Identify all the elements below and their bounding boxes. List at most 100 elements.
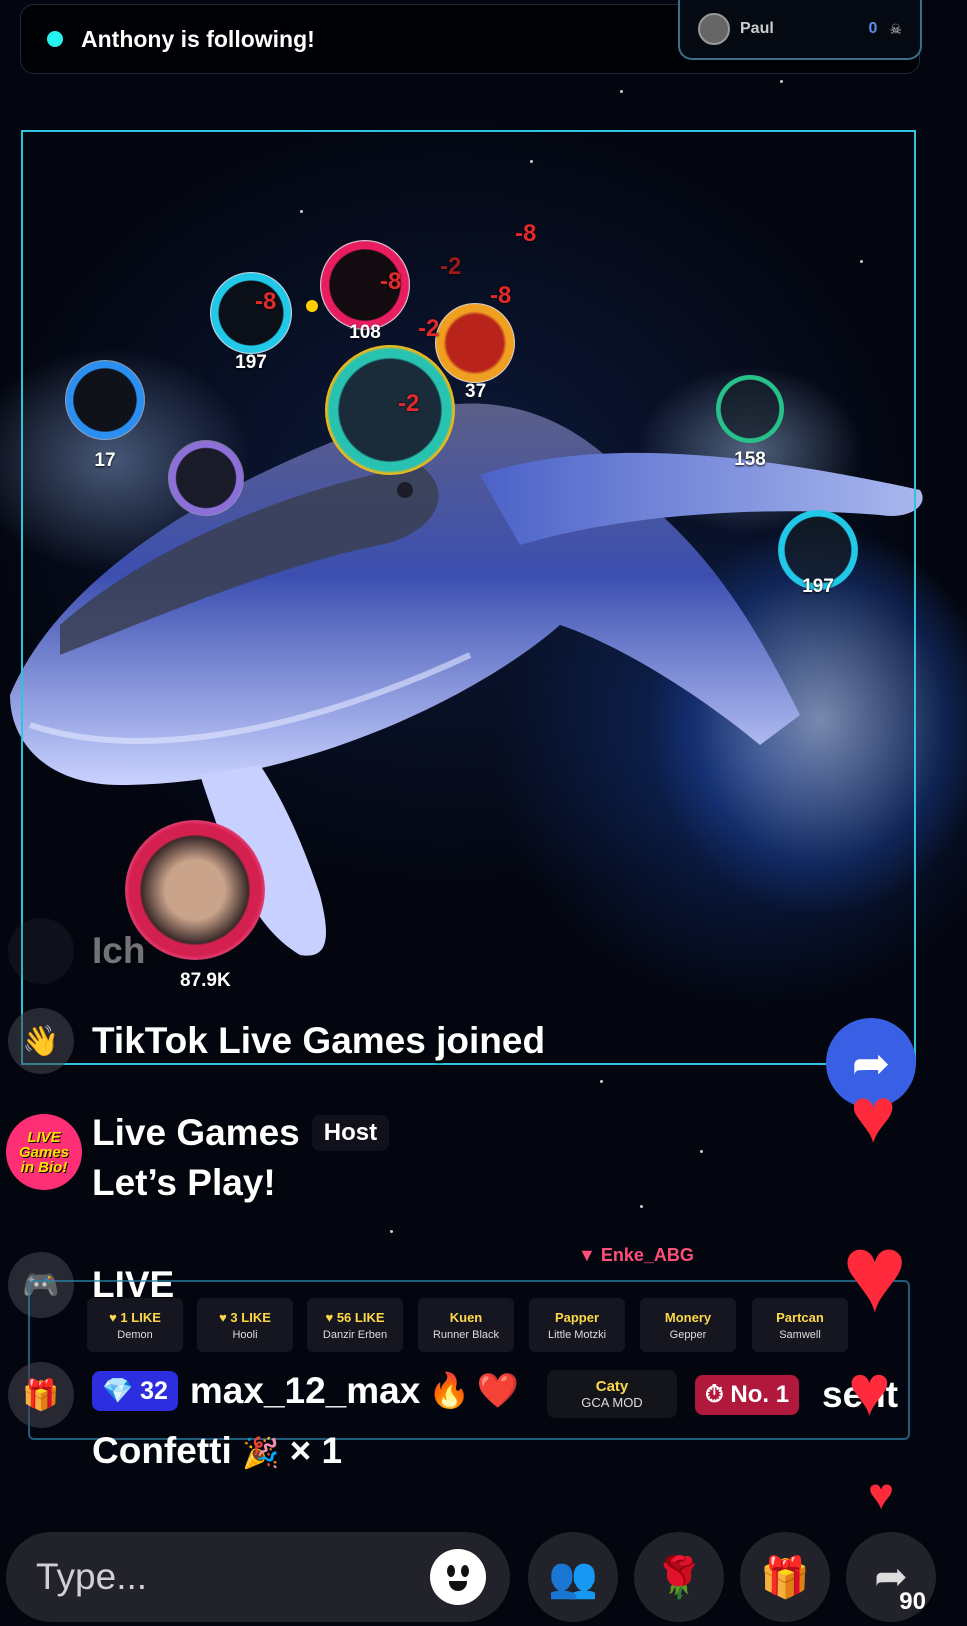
people-button[interactable]: 👥 <box>528 1532 618 1622</box>
damage-number: -2 <box>418 315 440 342</box>
orb-score: 108 <box>349 322 381 343</box>
host-header: Live Games Host <box>92 1112 390 1154</box>
player-orb[interactable] <box>325 345 455 475</box>
chat-message-text: Ich <box>92 930 146 971</box>
gift-username: max_12_max <box>189 1370 421 1411</box>
leaderboard-item[interactable]: Monery Gepper <box>640 1298 736 1352</box>
leaderboard-name: Little Motzki <box>547 1328 607 1341</box>
chat-message: 👋 TikTok Live Games joined <box>0 1008 545 1074</box>
host-avatar[interactable]: LIVE Games in Bio! <box>6 1114 82 1190</box>
leaderboard-name: Gepper <box>669 1328 707 1341</box>
leaderboard-item[interactable]: Partcan Samwell <box>752 1298 848 1352</box>
heart-icon: ♥ <box>850 1071 897 1159</box>
leaderboard-value: Kuen <box>449 1309 483 1325</box>
damage-number: -8 <box>515 220 537 247</box>
emoji-icon[interactable] <box>430 1549 486 1605</box>
heart-icon: ❤️ <box>476 1372 519 1410</box>
leaderboard-item[interactable]: ♥ 1 LIKE Demon <box>87 1298 183 1352</box>
player-orb[interactable]: 37 <box>435 303 515 402</box>
leaderboard-name: Hooli <box>232 1328 258 1341</box>
chat-message-text: TikTok Live Games joined <box>92 1020 546 1061</box>
host-badge: Host <box>311 1115 390 1151</box>
star <box>780 80 783 83</box>
avatar-text: Games <box>18 1143 70 1161</box>
player-orb[interactable]: 197 <box>778 510 858 597</box>
orb-score: 87.9K <box>180 970 231 991</box>
leaderboard-name: Runner Black <box>432 1328 500 1341</box>
heart-icon: ♥ <box>842 1212 908 1335</box>
damage-number: -2 <box>440 253 462 280</box>
player-orb[interactable]: 17 <box>65 360 145 471</box>
leaderboard-name: Danzir Erben <box>322 1328 388 1341</box>
leaderboard-value: ♥ 1 LIKE <box>109 1309 161 1325</box>
gift-chat-row: 🎁 <box>0 1362 74 1428</box>
mod-role: GCA MOD <box>581 1395 643 1410</box>
notification-text: Anthony is following! <box>81 25 315 52</box>
share-button[interactable]: ➦ 90 <box>846 1532 936 1622</box>
leaderboard-value: Papper <box>554 1309 600 1325</box>
rose-button[interactable]: 🌹 <box>634 1532 724 1622</box>
people-icon: 👥 <box>548 1555 598 1600</box>
leaderboard-name: Demon <box>117 1328 153 1341</box>
leaderboard-value: Monery <box>664 1309 712 1325</box>
notification-dot-icon <box>47 31 63 47</box>
mod-name: Caty <box>595 1378 629 1395</box>
confetti-icon: 🎉 <box>242 1437 280 1470</box>
leaderboard-name: Samwell <box>779 1328 821 1341</box>
damage-number: -8 <box>380 268 402 295</box>
leaderboard-value: ♥ 56 LIKE <box>325 1309 385 1325</box>
star <box>700 1150 703 1153</box>
player-orb[interactable] <box>168 440 244 516</box>
gem-badge: 💎 32 <box>92 1371 178 1411</box>
mod-badge: Caty GCA MOD <box>547 1370 677 1418</box>
star <box>640 1205 643 1208</box>
rose-icon: 🌹 <box>654 1555 704 1600</box>
orb-score: 197 <box>235 352 267 373</box>
leaderboard-item[interactable]: ♥ 56 LIKE Danzir Erben <box>307 1298 403 1352</box>
leaderboard-item[interactable]: Kuen Runner Black <box>418 1298 514 1352</box>
star <box>620 90 623 93</box>
orb-score: 197 <box>802 576 834 597</box>
top-player-card[interactable]: Paul 0 ☠ <box>678 0 922 60</box>
rank-text: No. 1 <box>730 1381 790 1408</box>
top-player-name: Paul <box>740 20 774 37</box>
gift-button[interactable]: 🎁 <box>740 1532 830 1622</box>
gift-name-text: Confetti <box>92 1430 232 1471</box>
rank-badge: ⏱ No. 1 <box>695 1375 800 1415</box>
orb-score: 158 <box>734 449 766 470</box>
leaderboard-value: Partcan <box>776 1309 824 1325</box>
medal-icon: ⏱ <box>705 1381 731 1408</box>
leaderboard-item[interactable]: ♥ 3 LIKE Hooli <box>197 1298 293 1352</box>
top-player-score: 0 <box>868 20 878 37</box>
diamond-icon: 💎 <box>102 1376 141 1405</box>
gem-count: 32 <box>140 1376 168 1405</box>
avatar-text: LIVE <box>27 1128 61 1146</box>
damage-number: -8 <box>490 282 512 309</box>
leaderboard-value: ♥ 3 LIKE <box>219 1309 271 1325</box>
skull-icon: ☠ <box>889 20 902 37</box>
leaderboard-item[interactable]: Papper Little Motzki <box>529 1298 625 1352</box>
chat-message: Ich <box>0 918 145 984</box>
damage-number: -2 <box>398 390 420 417</box>
gift-icon: 🎁 <box>760 1555 810 1600</box>
avatar <box>698 13 730 45</box>
player-orb[interactable]: 197 <box>210 272 292 373</box>
player-orb[interactable]: 158 <box>716 375 784 470</box>
avatar-text: in Bio! <box>20 1158 68 1176</box>
player-avatar <box>125 820 265 960</box>
wave-hand-icon: 👋 <box>8 1008 74 1074</box>
food-dot <box>306 300 318 312</box>
gift-icon: 🎁 <box>8 1362 74 1428</box>
orb-score: 37 <box>465 381 487 402</box>
heart-icon: ♥ <box>848 1351 891 1431</box>
gift-sender: 💎 32 max_12_max 🔥 ❤️ <box>92 1370 519 1412</box>
comment-input[interactable]: Type... <box>6 1532 510 1622</box>
damage-number: -8 <box>255 288 277 315</box>
fire-icon: 🔥 <box>428 1372 471 1410</box>
star <box>600 1080 603 1083</box>
host-name: Live Games <box>92 1112 300 1153</box>
host-message: Let’s Play! <box>92 1162 276 1203</box>
leaderboard-top-user: ▼ Enke_ABG <box>578 1245 694 1265</box>
star <box>390 1230 393 1233</box>
comment-placeholder: Type... <box>36 1556 148 1597</box>
